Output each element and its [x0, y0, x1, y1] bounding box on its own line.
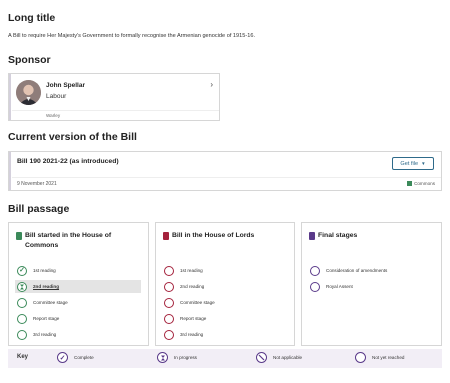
key-item-label: Not applicable — [273, 355, 303, 360]
stage-label: Committee stage — [180, 300, 215, 305]
stage-label: 1st reading — [180, 268, 203, 273]
version-date: 9 November 2021 — [17, 181, 57, 187]
sponsor-card[interactable]: John Spellar Labour › Warley — [8, 73, 220, 121]
stage-label: Consideration of amendments — [326, 268, 388, 273]
empty-circle-icon — [164, 313, 174, 324]
sponsor-party: Labour — [46, 93, 67, 100]
key-label: Key — [17, 354, 29, 360]
empty-circle-icon — [164, 265, 174, 276]
hourglass-icon — [17, 281, 27, 292]
commons-stages-card: Bill started in the House of Commons ✓ 1… — [8, 222, 149, 346]
stage-row[interactable]: Consideration of amendments — [310, 264, 387, 277]
current-version-card: Bill 190 2021-22 (as introduced) Get fil… — [8, 151, 442, 191]
commons-card-title: Bill started in the House of Commons — [25, 232, 112, 249]
card-accent — [9, 152, 11, 190]
key-item: Not yet reached — [355, 352, 404, 363]
key-item-label: Not yet reached — [372, 355, 405, 360]
not-applicable-icon — [256, 352, 267, 363]
stage-label: Report stage — [180, 316, 207, 321]
caret-down-icon: ▼ — [421, 161, 426, 166]
long-title-heading: Long title — [8, 12, 56, 24]
key-item-label: Complete — [74, 355, 94, 360]
current-version-heading: Current version of the Bill — [8, 131, 137, 143]
key-item: In progress — [157, 352, 197, 363]
empty-circle-icon — [310, 281, 320, 292]
get-file-button[interactable]: Get file ▼ — [392, 157, 434, 170]
stage-row[interactable]: Royal Assent — [310, 280, 353, 293]
stage-label: 2nd reading — [33, 284, 60, 289]
chevron-right-icon[interactable]: › — [210, 80, 213, 89]
commons-icon — [407, 181, 413, 186]
stage-row[interactable]: Committee stage — [17, 296, 68, 309]
hourglass-icon — [157, 352, 168, 363]
card-accent — [9, 74, 11, 120]
empty-circle-icon — [164, 329, 174, 340]
empty-circle-icon — [164, 281, 174, 292]
stage-label: 1st reading — [33, 268, 56, 273]
sponsor-name[interactable]: John Spellar — [46, 82, 85, 89]
stage-row[interactable]: 3rd reading — [17, 328, 56, 341]
empty-circle-icon — [310, 265, 320, 276]
lords-stages-card: Bill in the House of Lords 1st reading 2… — [155, 222, 295, 346]
stage-label: Report stage — [33, 316, 60, 321]
house-label: Commons — [414, 181, 435, 186]
key-item: ✓ Complete — [57, 352, 94, 363]
long-title-text: A Bill to require Her Majesty's Governme… — [8, 33, 256, 39]
stage-label: 2nd reading — [180, 284, 205, 289]
key-legend: Key ✓ Complete In progress Not applicabl… — [8, 349, 442, 368]
stage-label: 3rd reading — [33, 332, 57, 337]
lords-portcullis-icon — [163, 232, 169, 240]
empty-circle-icon — [17, 313, 27, 324]
check-icon: ✓ — [17, 265, 27, 276]
stage-row[interactable]: Report stage — [17, 312, 59, 325]
stage-row[interactable]: 2nd reading — [164, 280, 204, 293]
get-file-label: Get file — [400, 160, 419, 167]
stage-row[interactable]: 2nd reading — [15, 280, 141, 293]
sponsor-constituency: Warley — [46, 113, 61, 118]
empty-circle-icon — [17, 297, 27, 308]
final-card-title: Final stages — [318, 232, 358, 239]
stage-label: Committee stage — [33, 300, 68, 305]
key-item-label: In progress — [174, 355, 197, 360]
key-item: Not applicable — [256, 352, 302, 363]
stage-label: 3rd reading — [180, 332, 204, 337]
stage-row[interactable]: 3rd reading — [164, 328, 203, 341]
final-stages-icon — [309, 232, 315, 240]
check-icon: ✓ — [57, 352, 68, 363]
house-badge: Commons — [407, 181, 435, 186]
final-stages-card: Final stages Consideration of amendments… — [301, 222, 442, 346]
stage-row[interactable]: Report stage — [164, 312, 206, 325]
stage-row[interactable]: 1st reading — [164, 264, 203, 277]
commons-portcullis-icon — [16, 232, 22, 240]
empty-circle-icon — [164, 297, 174, 308]
bill-passage-heading: Bill passage — [8, 203, 70, 215]
lords-card-title: Bill in the House of Lords — [172, 232, 255, 239]
divider — [12, 177, 441, 178]
stage-row[interactable]: ✓ 1st reading — [17, 264, 56, 277]
sponsor-heading: Sponsor — [8, 54, 51, 66]
stage-row[interactable]: Committee stage — [164, 296, 215, 309]
avatar — [16, 80, 41, 105]
divider — [12, 110, 219, 111]
empty-circle-icon — [17, 329, 27, 340]
stage-label: Royal Assent — [326, 284, 353, 289]
bill-version-title: Bill 190 2021-22 (as introduced) — [17, 158, 119, 165]
empty-circle-icon — [355, 352, 366, 363]
